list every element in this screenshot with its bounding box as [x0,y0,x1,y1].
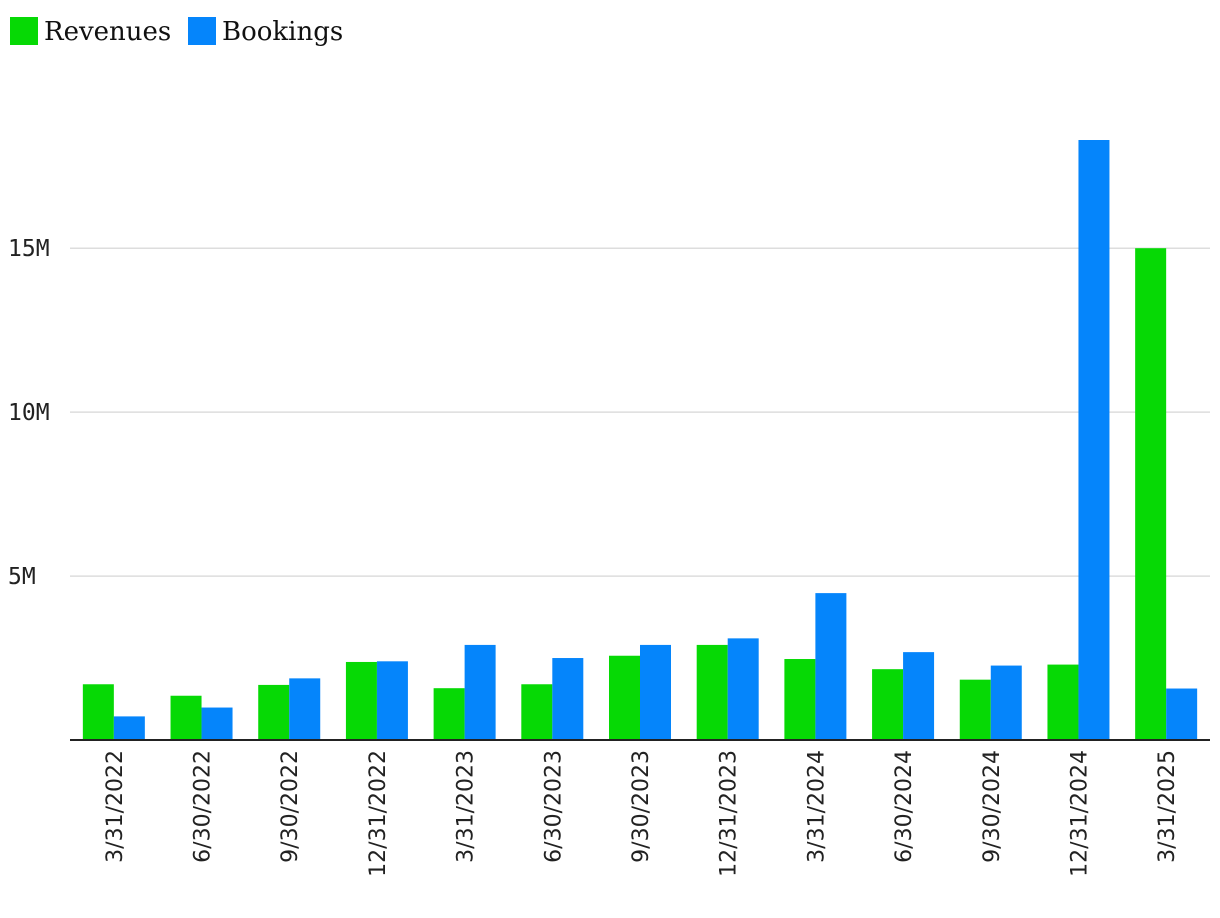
bar-bookings [727,638,759,740]
x-tick-label: 12/31/2024 [1067,750,1092,877]
bar-bookings [815,593,847,740]
legend-swatch-revenues [10,17,38,45]
bar-bookings [903,652,935,740]
bar-bookings [289,678,321,740]
bar-revenues [521,684,553,740]
x-tick-label: 6/30/2023 [541,750,566,863]
bar-revenues [345,661,377,740]
legend-label-bookings: Bookings [222,17,343,47]
x-tick-label: 3/31/2023 [454,750,479,863]
bar-revenues [82,684,114,740]
bar-bookings [552,658,584,740]
x-tick-label: 3/31/2025 [1155,750,1180,863]
y-tick-label: 15M [8,236,50,262]
bar-bookings [113,716,145,740]
legend-label-revenues: Revenues [44,17,171,47]
bar-revenues [696,644,728,740]
bar-revenues [433,688,465,740]
bar-bookings [990,665,1022,740]
gridlines [70,247,1210,577]
x-axis-ticks: 3/31/2022 6/30/2022 9/30/2022 12/31/2022 3/3… [103,750,1180,877]
bar-bookings [1078,140,1110,740]
bar-revenues [258,684,290,740]
x-tick-label: 12/31/2022 [366,750,391,877]
bar-revenues [872,669,904,740]
bar-revenues [784,659,816,740]
bar-bookings [376,661,408,740]
x-tick-label: 6/30/2024 [892,750,917,863]
y-tick-label: 5M [8,564,36,590]
x-tick-label: 9/30/2024 [980,750,1005,863]
bar-revenues [170,695,202,740]
bar-bookings [464,644,496,740]
x-tick-label: 9/30/2023 [629,750,654,863]
legend-swatch-bookings [188,17,216,45]
y-tick-label: 10M [8,400,50,426]
x-tick-label: 9/30/2022 [278,750,303,863]
legend: Revenues Bookings [10,17,343,47]
bar-bookings [201,707,233,740]
bar-chart: Revenues Bookings 5M 10M 15M 3/31/2022 6/30… [8,17,1210,877]
bar-bookings [640,644,671,740]
x-tick-label: 6/30/2022 [191,750,216,863]
x-tick-label: 12/31/2023 [717,750,742,877]
bar-revenues [609,655,640,740]
bar-revenues [959,679,991,740]
x-tick-label: 3/31/2022 [103,750,128,863]
bar-bookings [1166,688,1198,740]
bars [82,140,1198,740]
x-tick-label: 3/31/2024 [804,750,829,863]
bar-revenues [1047,664,1079,740]
bar-revenues [1135,248,1167,740]
y-axis-ticks: 5M 10M 15M [8,236,50,590]
